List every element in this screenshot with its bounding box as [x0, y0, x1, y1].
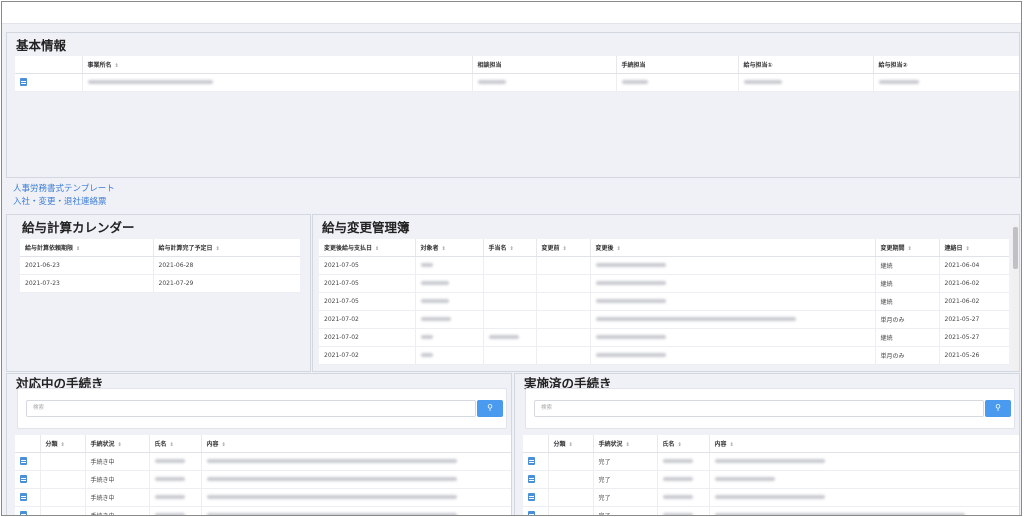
col-contact-date[interactable]: 連絡日 ⇕ [939, 239, 1009, 257]
col-payroll-2: 給与担当② [873, 56, 1019, 74]
scrollbar-thumb[interactable] [1013, 227, 1018, 269]
sort-icon[interactable]: ⇕ [730, 442, 734, 448]
col-icon [15, 435, 41, 453]
col-payroll-1: 給与担当① [738, 56, 874, 74]
sort-icon[interactable]: ⇕ [678, 442, 682, 448]
col-target[interactable]: 対象者 ⇕ [415, 239, 484, 257]
col-status[interactable]: 手続状況 ⇕ [85, 435, 150, 453]
sort-icon[interactable]: ⇕ [170, 442, 174, 448]
sort-icon[interactable]: ⇕ [118, 442, 122, 448]
col-allowance[interactable]: 手当名 ⇕ [483, 239, 537, 257]
table-row[interactable]: 2021-07-05 継続 2021-06-04 [319, 256, 1009, 275]
payroll-calendar-title: 給与計算カレンダー [22, 220, 135, 235]
document-icon[interactable] [20, 475, 27, 483]
document-icon[interactable] [20, 511, 27, 515]
col-category[interactable]: 分類 ⇕ [40, 435, 86, 453]
sort-icon[interactable]: ⇕ [216, 246, 220, 252]
col-content[interactable]: 内容 ⇕ [201, 435, 511, 453]
col-after[interactable]: 変更後 ⇕ [590, 239, 876, 257]
basic-info-table: 事業所名 ⇕ 相談担当 手続担当 給与担当① 給与担当② [15, 56, 1019, 92]
payroll-calendar-table: 給与計算依頼期限 ⇕ 給与計算完了予定日 ⇕ 2021-06-23 2021-06-2… [20, 239, 300, 293]
search-icon: ⚲ [487, 403, 493, 412]
basic-info-title: 基本情報 [16, 38, 67, 53]
col-office[interactable]: 事業所名 ⇕ [82, 56, 473, 74]
document-icon[interactable] [20, 78, 27, 86]
completed-search-box: 検索 ⚲ [525, 388, 1015, 429]
sort-icon[interactable]: ⇕ [222, 442, 226, 448]
col-completion-date[interactable]: 給与計算完了予定日 ⇕ [153, 239, 300, 257]
col-category[interactable]: 分類 ⇕ [548, 435, 594, 453]
col-name[interactable]: 氏名 ⇕ [657, 435, 710, 453]
table-row[interactable]: 2021-06-23 2021-06-28 [20, 256, 300, 275]
document-icon[interactable] [528, 493, 535, 501]
template-link[interactable]: 人事労務書式テンプレート [13, 182, 115, 194]
col-procedure: 手続担当 [616, 56, 739, 74]
search-button[interactable]: ⚲ [985, 400, 1011, 417]
contact-form-link[interactable]: 入社・変更・退社連絡票 [13, 195, 107, 207]
col-content[interactable]: 内容 ⇕ [709, 435, 1019, 453]
col-name[interactable]: 氏名 ⇕ [149, 435, 202, 453]
document-icon[interactable] [528, 457, 535, 465]
sort-icon[interactable]: ⇕ [569, 442, 573, 448]
document-icon[interactable] [20, 457, 27, 465]
salary-change-table: 変更後給与支払日 ⇕ 対象者 ⇕ 手当名 ⇕ 変更前 ⇕ 変更後 ⇕ 変更期間 ⇕ 連絡日 ⇕… [319, 239, 1009, 365]
table-row[interactable] [15, 73, 1019, 92]
table-row[interactable]: 2021-07-23 2021-07-29 [20, 274, 300, 293]
col-before[interactable]: 変更前 ⇕ [536, 239, 591, 257]
document-icon[interactable] [528, 511, 535, 515]
table-row[interactable]: 完了 [523, 452, 1019, 471]
col-icon [523, 435, 549, 453]
payroll-calendar-panel: 給与計算カレンダー 給与計算依頼期限 ⇕ 給与計算完了予定日 ⇕ 2021-06-2… [6, 214, 311, 372]
col-icon [15, 56, 83, 74]
scrollbar[interactable] [1012, 225, 1019, 371]
table-row[interactable]: 完了 [523, 470, 1019, 489]
search-button[interactable]: ⚲ [477, 400, 503, 417]
table-row[interactable]: 2021-07-02 継続 2021-05-27 [319, 328, 1009, 347]
table-row[interactable]: 手続き中 [15, 470, 511, 489]
sort-icon[interactable]: ⇕ [626, 442, 630, 448]
in-progress-search-input[interactable]: 検索 [26, 400, 476, 417]
col-request-deadline[interactable]: 給与計算依頼期限 ⇕ [20, 239, 154, 257]
in-progress-search-box: 検索 ⚲ [17, 388, 507, 429]
completed-table: 分類 ⇕ 手続状況 ⇕ 氏名 ⇕ 内容 ⇕ 完了 完了 完了 完了 [523, 435, 1019, 515]
table-row[interactable]: 手続き中 [15, 452, 511, 471]
completed-search-input[interactable]: 検索 [534, 400, 984, 417]
search-icon: ⚲ [995, 403, 1001, 412]
basic-info-panel: 基本情報 事業所名 ⇕ 相談担当 手続担当 給与担当① 給与担当② [6, 32, 1020, 178]
sort-icon[interactable]: ⇕ [617, 246, 621, 252]
sort-icon[interactable]: ⇕ [442, 246, 446, 252]
in-progress-panel: 対応中の手続き 検索 ⚲ 分類 ⇕ 手続状況 ⇕ 氏名 ⇕ 内容 ⇕ 手続き中 手続き中… [6, 373, 512, 515]
sort-icon[interactable]: ⇕ [115, 63, 119, 69]
table-row[interactable]: 2021-07-05 継続 2021-06-02 [319, 292, 1009, 311]
col-consult: 相談担当 [472, 56, 617, 74]
table-row[interactable]: 完了 [523, 488, 1019, 507]
table-row[interactable]: 手続き中 [15, 488, 511, 507]
salary-change-title: 給与変更管理簿 [322, 220, 410, 235]
app-window: 基本情報 事業所名 ⇕ 相談担当 手続担当 給与担当① 給与担当② 人事労務書式テ… [1, 1, 1022, 516]
document-icon[interactable] [20, 493, 27, 501]
salary-change-panel: 給与変更管理簿 変更後給与支払日 ⇕ 対象者 ⇕ 手当名 ⇕ 変更前 ⇕ 変更後 ⇕ 変更… [312, 214, 1020, 372]
col-period[interactable]: 変更期間 ⇕ [875, 239, 940, 257]
table-row[interactable]: 完了 [523, 506, 1019, 515]
col-status[interactable]: 手続状況 ⇕ [593, 435, 658, 453]
table-row[interactable]: 2021-07-02 単月のみ 2021-05-26 [319, 346, 1009, 365]
top-bar [2, 2, 1021, 24]
sort-icon[interactable]: ⇕ [966, 246, 970, 252]
table-row[interactable]: 2021-07-05 継続 2021-06-02 [319, 274, 1009, 293]
sort-icon[interactable]: ⇕ [908, 246, 912, 252]
sort-icon[interactable]: ⇕ [563, 246, 567, 252]
document-icon[interactable] [528, 475, 535, 483]
sort-icon[interactable]: ⇕ [61, 442, 65, 448]
sort-icon[interactable]: ⇕ [375, 246, 379, 252]
in-progress-table: 分類 ⇕ 手続状況 ⇕ 氏名 ⇕ 内容 ⇕ 手続き中 手続き中 手続き中 手続き中 [15, 435, 511, 515]
sort-icon[interactable]: ⇕ [510, 246, 514, 252]
col-pay-date[interactable]: 変更後給与支払日 ⇕ [319, 239, 416, 257]
table-row[interactable]: 2021-07-02 単月のみ 2021-05-27 [319, 310, 1009, 329]
sort-icon[interactable]: ⇕ [76, 246, 80, 252]
completed-panel: 実施済の手続き 検索 ⚲ 分類 ⇕ 手続状況 ⇕ 氏名 ⇕ 内容 ⇕ 完了 完了 完了 … [514, 373, 1020, 515]
table-row[interactable]: 手続き中 [15, 506, 511, 515]
